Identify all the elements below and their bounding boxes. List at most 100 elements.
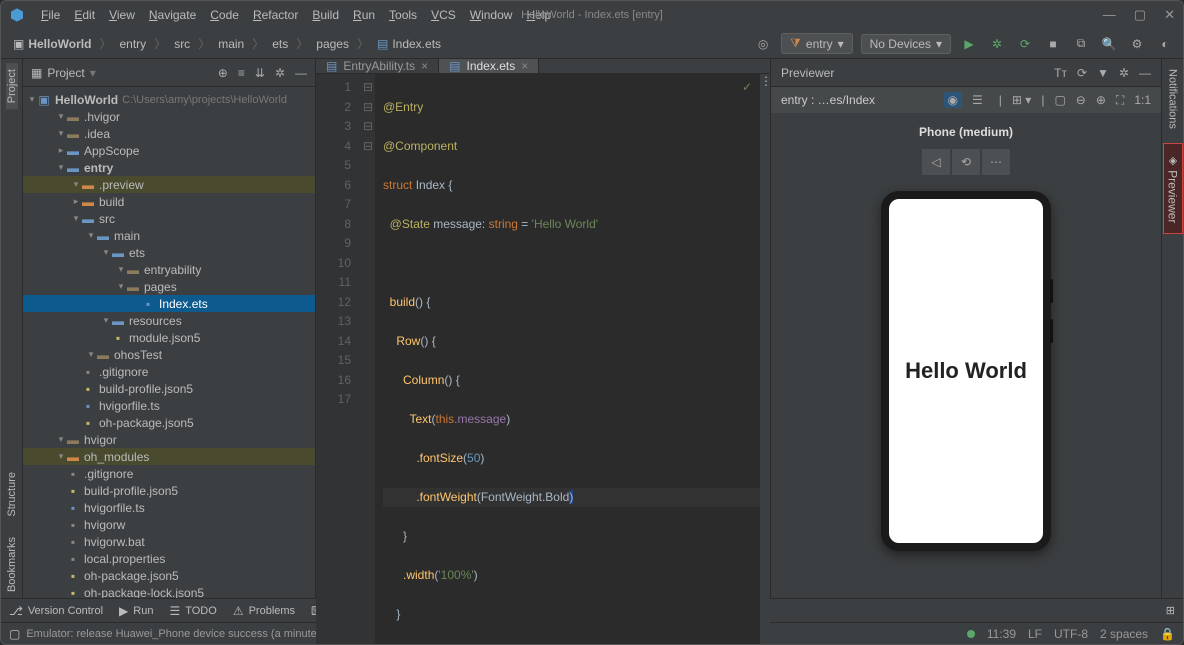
tree-item[interactable]: ▾▬hvigor [23,431,315,448]
prev-more-button[interactable]: ⋯ [982,149,1010,175]
search-icon[interactable]: 🔍 [1099,34,1119,54]
layout-icon[interactable]: ⊞ [1166,604,1175,617]
menu-build[interactable]: Build [306,5,345,25]
prev-back-button[interactable]: ◁ [922,149,950,175]
prev-settings-icon[interactable]: ✲ [1119,66,1129,80]
debug-button[interactable]: ✲ [987,34,1007,54]
status-line-ending[interactable]: LF [1028,627,1042,641]
tree-item[interactable]: ▾▬ohosTest [23,346,315,363]
code-content[interactable]: @Entry @Component struct Index { @State … [375,74,760,645]
tree-item[interactable]: ▪local.properties [23,550,315,567]
tree-item[interactable]: ▪oh-package.json5 [23,414,315,431]
filter-icon[interactable]: ▼ [1097,66,1109,80]
tree-item[interactable]: ▪hvigorw.bat [23,533,315,550]
structure-tool-tab[interactable]: Structure [6,466,18,523]
menu-window[interactable]: Window [464,5,519,25]
tree-item[interactable]: ▪oh-package-lock.json5 [23,584,315,598]
menu-run[interactable]: Run [347,5,381,25]
status-lock-icon[interactable]: 🔒 [1160,627,1175,641]
project-pane-title[interactable]: ▦Project▾ [31,66,218,80]
project-tool-tab[interactable]: Project [6,63,18,109]
onetoone-icon[interactable]: 1:1 [1134,93,1151,107]
tree-item[interactable]: ▾▬resources [23,312,315,329]
stop-button[interactable]: ■ [1043,34,1063,54]
tree-item[interactable]: ▾▬.idea [23,125,315,142]
hide-pane-icon[interactable]: — [295,66,307,80]
collapse-all-icon[interactable]: ⇊ [255,66,265,80]
crumb[interactable]: ▣ HelloWorld [9,35,95,53]
bookmarks-tool-tab[interactable]: Bookmarks [6,531,18,598]
pane-settings-icon[interactable]: ✲ [275,66,285,80]
coverage-button[interactable]: ⟳ [1015,34,1035,54]
close-tab-icon[interactable]: × [421,59,428,73]
run-button[interactable]: ▶ [959,34,979,54]
devices-combo[interactable]: No Devices▾ [861,34,951,54]
editor-tab[interactable]: ▤Index.ets× [439,59,539,73]
tree-item[interactable]: ▾▬.preview [23,176,315,193]
crumb[interactable]: main [214,35,248,53]
run-config-combo[interactable]: ⧩entry▾ [781,33,852,54]
layers-icon[interactable]: ☰ [972,93,983,107]
bottom-tool-todo[interactable]: ☰TODO [169,604,216,618]
tree-item[interactable]: ▾▬src [23,210,315,227]
tree-item[interactable]: ▪oh-package.json5 [23,567,315,584]
refresh-icon[interactable]: ⟳ [1077,66,1087,80]
tree-item[interactable]: ▾▬main [23,227,315,244]
zoom-out-icon[interactable]: ⊖ [1076,93,1086,107]
expand-all-icon[interactable]: ≡ [238,66,245,80]
tree-item[interactable]: ▪.gitignore [23,465,315,482]
project-tree[interactable]: ▾ ▣ HelloWorld C:\Users\amy\projects\Hel… [23,87,315,598]
tree-item[interactable]: ▾▬entry [23,159,315,176]
grid-icon[interactable]: ⊞ ▾ [1012,93,1031,107]
minimize-button[interactable]: — [1103,7,1116,23]
maximize-button[interactable]: ▢ [1134,7,1146,23]
user-icon[interactable]: ◐ [1155,34,1175,54]
zoom-in-icon[interactable]: ⊕ [1096,93,1106,107]
menu-vcs[interactable]: VCS [425,5,462,25]
crumb[interactable]: ets [268,35,292,53]
fullscreen-icon[interactable]: ⛶ [1116,93,1124,108]
status-charset[interactable]: UTF-8 [1054,627,1088,641]
tree-item[interactable]: ▪build-profile.json5 [23,482,315,499]
tree-item[interactable]: ▪hvigorfile.ts [23,499,315,516]
tree-item[interactable]: ▾▬ets [23,244,315,261]
eye-icon[interactable]: ◉ [944,92,962,108]
tree-item[interactable]: ▾▬pages [23,278,315,295]
menu-navigate[interactable]: Navigate [143,5,202,25]
menu-view[interactable]: View [103,5,141,25]
status-indent[interactable]: 2 spaces [1100,627,1148,641]
tree-item[interactable]: ▪hvigorw [23,516,315,533]
menu-tools[interactable]: Tools [383,5,423,25]
settings-icon[interactable]: ⚙ [1127,34,1147,54]
code-editor[interactable]: 1234567891011121314151617 ⊟⊟⊟⊟ @Entry @C… [316,74,770,645]
notifications-tab[interactable]: Notifications [1165,59,1181,139]
tt-icon[interactable]: Tᴛ [1054,66,1067,80]
close-tab-icon[interactable]: × [521,59,528,73]
menu-file[interactable]: File [35,5,66,25]
crumb[interactable]: ▤ Index.ets [373,35,445,53]
tree-item[interactable]: ▾▬entryability [23,261,315,278]
tree-item[interactable]: ▸▬build [23,193,315,210]
tree-item[interactable]: ▪module.json5 [23,329,315,346]
crumb[interactable]: entry [115,35,150,53]
select-opened-icon[interactable]: ⊕ [218,66,228,80]
editor-tab[interactable]: ▤EntryAbility.ts× [316,59,439,73]
tree-item[interactable]: ▪Index.ets [23,295,315,312]
bottom-tool-problems[interactable]: ⚠Problems [233,604,295,618]
target-icon[interactable]: ◎ [753,34,773,54]
crumb[interactable]: src [170,35,194,53]
crumb[interactable]: pages [312,35,353,53]
fold-column[interactable]: ⊟⊟⊟⊟ [361,74,375,645]
folder-icon[interactable]: ⧉ [1071,34,1091,54]
previewer-tab[interactable]: ◈ Previewer [1163,143,1183,234]
fit-icon[interactable]: ▢ [1054,93,1065,107]
menu-code[interactable]: Code [204,5,245,25]
tree-item[interactable]: ▪build-profile.json5 [23,380,315,397]
close-button[interactable]: ✕ [1164,7,1175,23]
menu-edit[interactable]: Edit [68,5,101,25]
bottom-tool-run[interactable]: ▶Run [119,604,153,618]
tree-item[interactable]: ▾▬.hvigor [23,108,315,125]
tree-item[interactable]: ▾▬oh_modules [23,448,315,465]
tree-item[interactable]: ▪.gitignore [23,363,315,380]
prev-hide-icon[interactable]: — [1139,66,1151,80]
